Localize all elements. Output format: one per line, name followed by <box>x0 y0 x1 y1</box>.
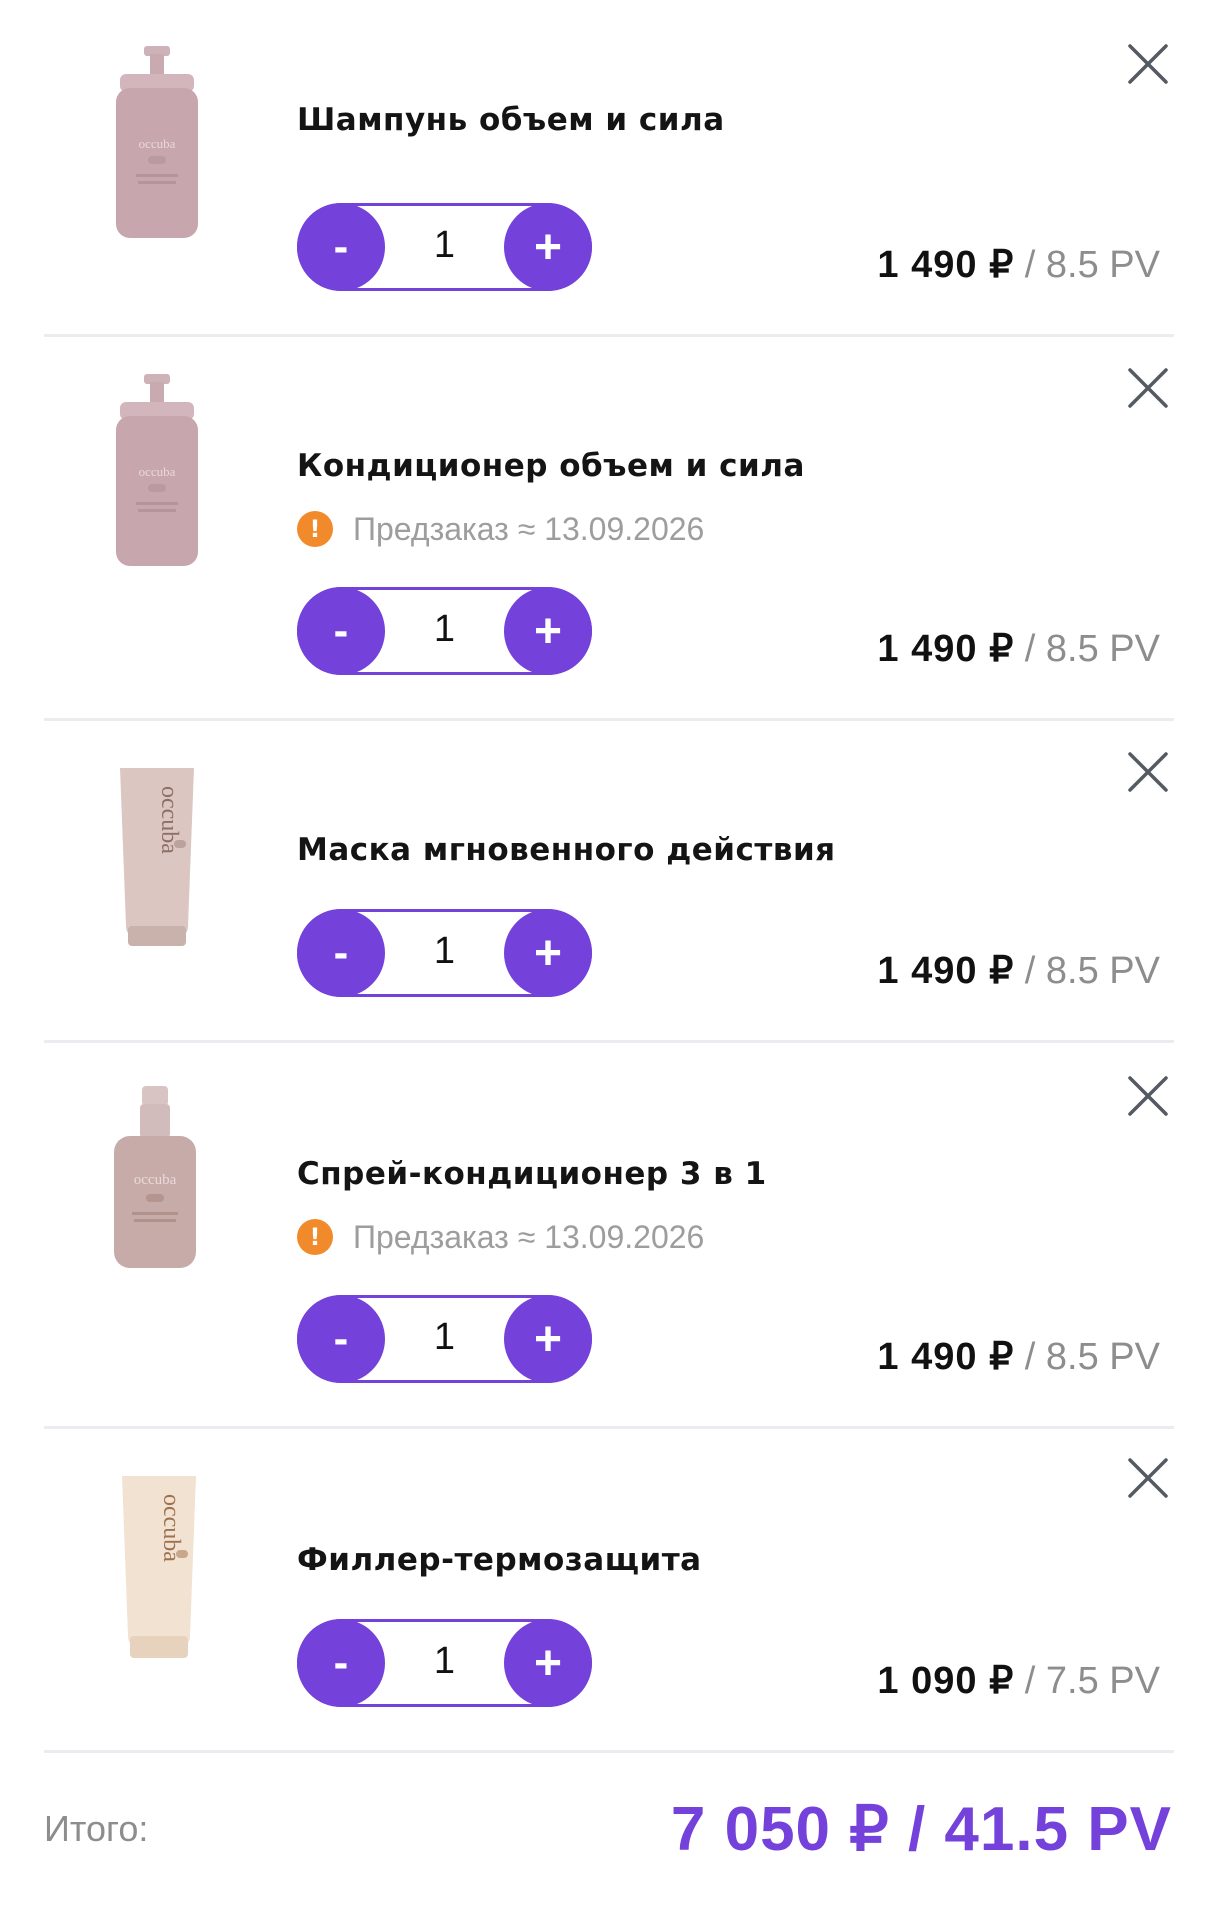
price-pv: / 8.5 PV <box>1014 628 1160 670</box>
quantity-stepper: - 1 + <box>297 1619 592 1707</box>
total-label: Итого: <box>44 1808 149 1849</box>
increase-quantity-button[interactable]: + <box>504 1619 592 1707</box>
price-rub: 1 490 ₽ <box>877 950 1015 992</box>
item-price: 1 490 ₽ / 8.5 PV <box>877 1334 1160 1379</box>
item-price: 1 490 ₽ / 8.5 PV <box>877 948 1160 993</box>
preorder-text: Предзаказ ≈ 13.09.2026 <box>353 1218 705 1255</box>
close-icon <box>1128 44 1168 84</box>
remove-item-button[interactable] <box>1120 1450 1176 1506</box>
decrease-quantity-button[interactable]: - <box>297 587 385 675</box>
close-icon <box>1128 368 1168 408</box>
divider <box>44 1750 1174 1753</box>
warning-icon: ! <box>297 511 333 547</box>
increase-quantity-button[interactable]: + <box>504 203 592 291</box>
price-pv: / 7.5 PV <box>1014 1660 1160 1702</box>
decrease-quantity-button[interactable]: - <box>297 1295 385 1383</box>
item-price: 1 090 ₽ / 7.5 PV <box>877 1658 1160 1703</box>
quantity-stepper: - 1 + <box>297 587 592 675</box>
remove-item-button[interactable] <box>1120 1068 1176 1124</box>
quantity-stepper: - 1 + <box>297 1295 592 1383</box>
decrease-quantity-button[interactable]: - <box>297 203 385 291</box>
divider <box>44 718 1174 721</box>
quantity-value[interactable]: 1 <box>385 587 504 675</box>
quantity-stepper: - 1 + <box>297 203 592 291</box>
increase-quantity-button[interactable]: + <box>504 587 592 675</box>
price-pv: / 8.5 PV <box>1014 1336 1160 1378</box>
price-rub: 1 490 ₽ <box>877 244 1015 286</box>
total-value: 7 050 ₽ / 41.5 PV <box>670 1795 1172 1864</box>
preorder-notice: ! Предзаказ ≈ 13.09.2026 <box>297 1217 704 1257</box>
price-rub: 1 490 ₽ <box>877 1336 1015 1378</box>
quantity-value[interactable]: 1 <box>385 1619 504 1707</box>
product-image-shampoo[interactable]: occuba <box>92 44 222 244</box>
decrease-quantity-button[interactable]: - <box>297 909 385 997</box>
divider <box>44 1040 1174 1043</box>
close-icon <box>1128 752 1168 792</box>
product-image-conditioner[interactable]: occuba <box>92 372 222 572</box>
remove-item-button[interactable] <box>1120 744 1176 800</box>
close-icon <box>1128 1458 1168 1498</box>
quantity-value[interactable]: 1 <box>385 1295 504 1383</box>
product-title[interactable]: Маска мгновенного действия <box>297 832 836 868</box>
warning-icon: ! <box>297 1219 333 1255</box>
increase-quantity-button[interactable]: + <box>504 909 592 997</box>
decrease-quantity-button[interactable]: - <box>297 1619 385 1707</box>
product-title[interactable]: Кондиционер объем и сила <box>297 448 805 484</box>
price-pv: / 8.5 PV <box>1014 950 1160 992</box>
remove-item-button[interactable] <box>1120 360 1176 416</box>
svg-text:occuba: occuba <box>139 464 176 479</box>
divider <box>44 334 1174 337</box>
price-pv: / 8.5 PV <box>1014 244 1160 286</box>
quantity-value[interactable]: 1 <box>385 203 504 291</box>
quantity-stepper: - 1 + <box>297 909 592 997</box>
quantity-value[interactable]: 1 <box>385 909 504 997</box>
product-image-mask[interactable]: occuba <box>92 756 222 956</box>
item-price: 1 490 ₽ / 8.5 PV <box>877 242 1160 287</box>
close-icon <box>1128 1076 1168 1116</box>
divider <box>44 1426 1174 1429</box>
product-title[interactable]: Филлер-термозащита <box>297 1542 702 1578</box>
product-image-filler[interactable]: occuba <box>92 1468 222 1668</box>
product-title[interactable]: Шампунь объем и сила <box>297 102 725 138</box>
increase-quantity-button[interactable]: + <box>504 1295 592 1383</box>
item-price: 1 490 ₽ / 8.5 PV <box>877 626 1160 671</box>
product-image-spray[interactable]: occuba <box>92 1082 222 1282</box>
svg-text:occuba: occuba <box>134 1172 177 1188</box>
product-title[interactable]: Спрей-кондиционер 3 в 1 <box>297 1156 767 1192</box>
preorder-text: Предзаказ ≈ 13.09.2026 <box>353 510 705 547</box>
preorder-notice: ! Предзаказ ≈ 13.09.2026 <box>297 509 704 549</box>
price-rub: 1 090 ₽ <box>877 1660 1015 1702</box>
remove-item-button[interactable] <box>1120 36 1176 92</box>
price-rub: 1 490 ₽ <box>877 628 1015 670</box>
svg-text:occuba: occuba <box>139 136 176 151</box>
